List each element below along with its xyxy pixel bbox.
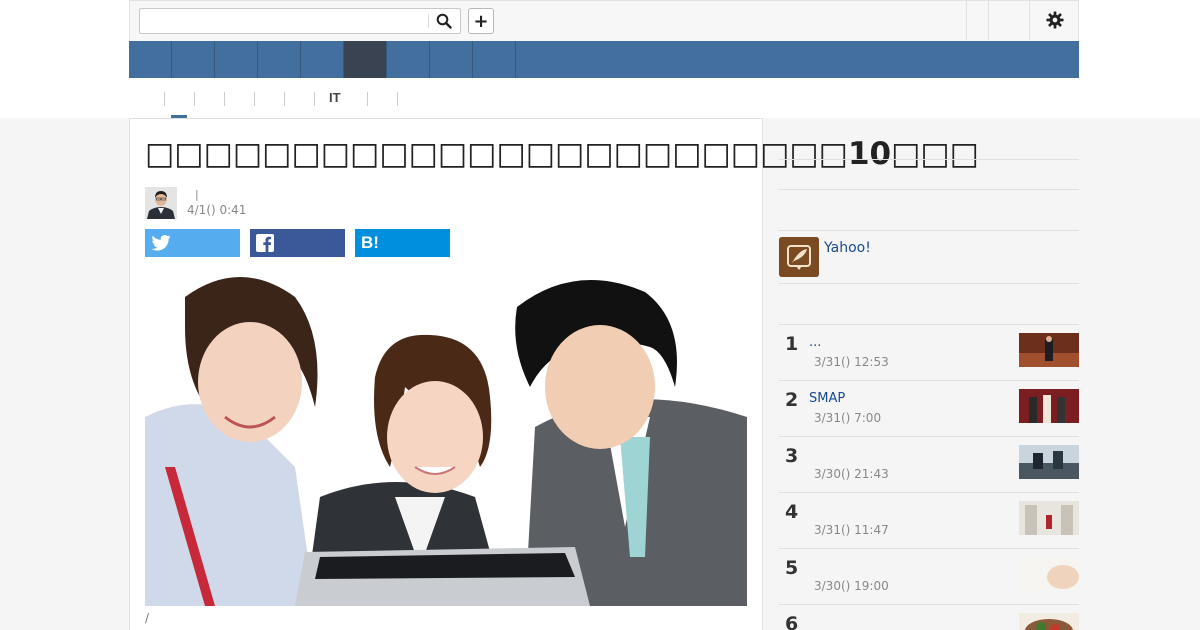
gear-icon — [1045, 11, 1064, 29]
ranking-number: 2 — [785, 389, 799, 411]
ranking-number: 3 — [785, 445, 799, 467]
ranking-time: 3/30() 19:00 — [814, 579, 889, 593]
sub-nav — [129, 78, 1079, 118]
sidebar-divider — [779, 189, 1079, 190]
twitter-share-button[interactable] — [145, 229, 240, 257]
nav-item-5[interactable] — [301, 41, 344, 78]
ranking-number: 1 — [785, 333, 799, 355]
ranking-time: 3/31() 7:00 — [814, 411, 882, 425]
search-button[interactable] — [428, 9, 460, 33]
subnav-divider — [314, 92, 315, 106]
search-icon — [436, 13, 452, 29]
ranking-thumbnail[interactable] — [1019, 501, 1079, 535]
ranking-item[interactable]: 3 3/30() 21:43 — [779, 436, 1079, 492]
settings-button[interactable] — [1029, 0, 1079, 40]
yahoo-promo-link[interactable]: Yahoo! — [824, 240, 871, 256]
hatena-icon: B! — [361, 233, 379, 252]
nav-item-3[interactable] — [215, 41, 258, 78]
subnav-divider — [254, 92, 255, 106]
ranking-item[interactable]: 5 3/30() 19:00 — [779, 548, 1079, 604]
photo-three-businesspeople-with-tablet — [145, 267, 747, 606]
article-photo — [145, 267, 747, 606]
ranking-thumbnail[interactable] — [1019, 445, 1079, 479]
hatena-bookmark-button[interactable]: B! — [355, 229, 450, 257]
ranking-item[interactable]: 1 ... 3/31() 12:53 — [779, 324, 1079, 380]
facebook-share-button[interactable] — [250, 229, 345, 257]
ranking-thumbnail[interactable] — [1019, 613, 1079, 630]
main-nav — [129, 41, 1079, 78]
subnav-divider — [224, 92, 225, 106]
author-separator: | — [195, 188, 199, 201]
ranking-item[interactable]: 4 3/31() 11:47 — [779, 492, 1079, 548]
yahoo-promo-thumbnail[interactable] — [779, 237, 819, 277]
nav-item-4[interactable] — [258, 41, 301, 78]
ranking-time: 3/30() 21:43 — [814, 467, 889, 481]
ranking-number: 5 — [785, 557, 799, 579]
photo-caption: / — [145, 611, 150, 625]
sidebar-divider — [779, 283, 1079, 284]
nav-item-9[interactable] — [473, 41, 516, 78]
sidebar-divider — [779, 230, 1079, 231]
ranking-number: 4 — [785, 501, 799, 523]
subnav-divider — [367, 92, 368, 106]
ranking-number: 6 — [785, 613, 799, 630]
nav-item-7[interactable] — [387, 41, 430, 78]
author-avatar[interactable] — [145, 187, 177, 219]
article-headline: □□□□□□□□□□□□□□□□□□□□□□□□10□□□ — [145, 136, 979, 172]
ranking-title[interactable]: ... — [809, 335, 821, 350]
facebook-icon — [256, 234, 274, 252]
ranking-title[interactable]: SMAP — [809, 391, 845, 406]
search-box[interactable] — [139, 8, 461, 34]
ranking-item[interactable]: 2 SMAP 3/31() 7:00 — [779, 380, 1079, 436]
subnav-tab-it[interactable]: IT — [329, 90, 341, 105]
subnav-divider — [194, 92, 195, 106]
nav-item-8[interactable] — [430, 41, 473, 78]
toolbar-slot-1[interactable] — [966, 0, 988, 40]
author-photo — [145, 187, 177, 219]
ranking-time: 3/31() 11:47 — [814, 523, 889, 537]
quill-icon — [779, 237, 819, 277]
subnav-divider — [164, 92, 165, 106]
article-date: 4/1() 0:41 — [187, 203, 247, 217]
ranking-thumbnail[interactable] — [1019, 333, 1079, 367]
ranking-time: 3/31() 12:53 — [814, 355, 889, 369]
ranking-thumbnail[interactable] — [1019, 557, 1079, 591]
add-button[interactable]: + — [468, 8, 494, 34]
plus-icon: + — [473, 10, 489, 32]
toolbar-slot-2[interactable] — [988, 0, 1029, 40]
twitter-icon — [151, 235, 171, 251]
sidebar-divider — [779, 159, 1079, 160]
ranking-thumbnail[interactable] — [1019, 389, 1079, 423]
nav-item-2[interactable] — [172, 41, 215, 78]
search-input[interactable] — [142, 11, 426, 31]
ranking-item[interactable]: 6 — [779, 604, 1079, 630]
subnav-divider — [284, 92, 285, 106]
nav-item-6-active[interactable] — [344, 41, 387, 78]
subnav-divider — [397, 92, 398, 106]
nav-item-1[interactable] — [129, 41, 172, 78]
